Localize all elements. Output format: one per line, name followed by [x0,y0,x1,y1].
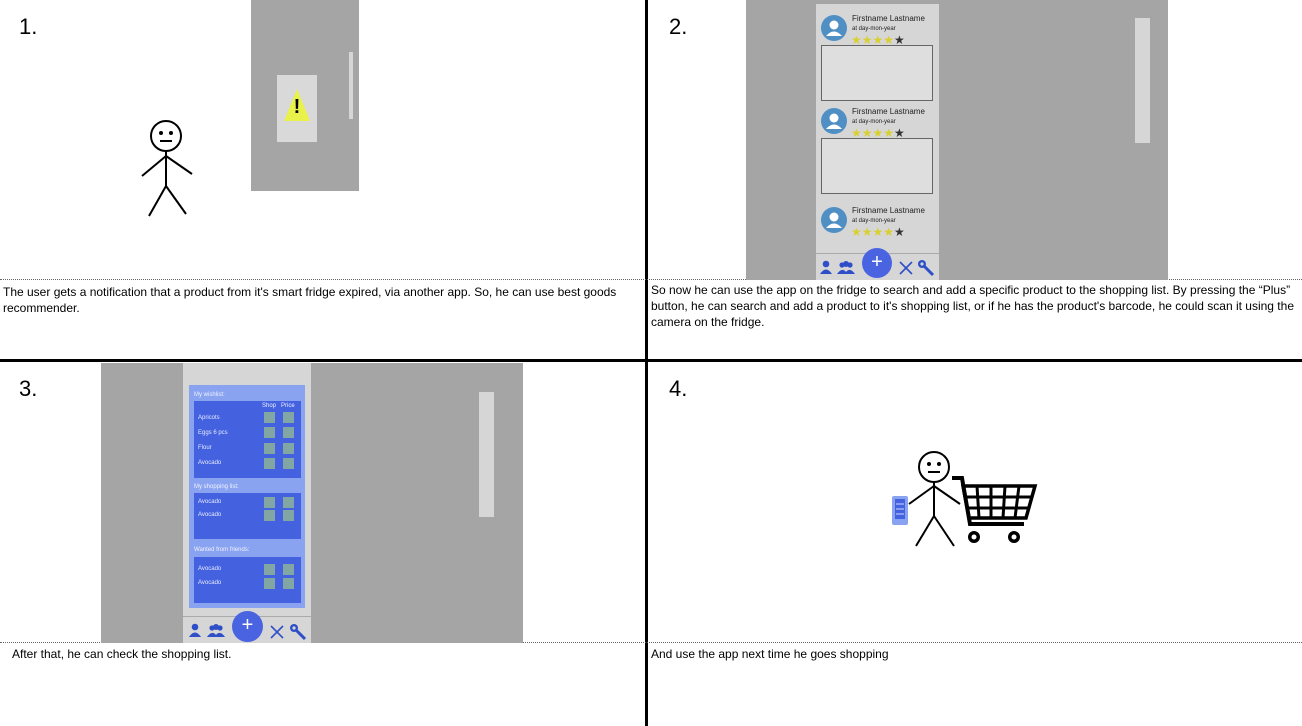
shop-checkbox[interactable] [264,564,275,575]
shop-checkbox[interactable] [264,427,275,438]
wishlist-item: Apricots [198,415,220,421]
profile-icon[interactable] [188,623,202,637]
price-checkbox[interactable] [283,412,294,423]
plus-button[interactable]: + [862,248,892,278]
friends-icon[interactable] [837,260,855,274]
shop-checkbox[interactable] [264,578,275,589]
user-avatar-icon [821,108,847,134]
shopping-cart-icon [952,476,1038,543]
panel-3-caption: After that, he can check the shopping li… [12,647,232,661]
bottom-nav: + [183,611,311,643]
reviewer-name: Firstname Lastname [852,107,925,116]
review-body-box [821,45,933,101]
price-checkbox[interactable] [283,510,294,521]
stick-figure-user [141,120,193,217]
fridge-handle [479,392,494,517]
horizontal-divider [0,359,1302,362]
profile-icon[interactable] [819,260,833,274]
cancel-icon[interactable] [269,624,285,640]
wishlist-item: Flour [198,445,212,451]
cancel-icon[interactable] [898,260,914,276]
user-avatar-icon [821,15,847,41]
plus-button[interactable]: + [232,611,263,642]
panel-1-caption: The user gets a notification that a prod… [3,285,617,315]
shop-checkbox[interactable] [264,497,275,508]
wishlist-item: Avocado [198,460,222,466]
shop-column-header: Shop [262,403,277,409]
shopping-list-item: Avocado [198,512,222,518]
price-column-header: Price [281,403,295,409]
price-checkbox[interactable] [283,458,294,469]
price-checkbox[interactable] [283,564,294,575]
friends-list-title: Wanted from friends: [194,547,250,553]
shop-checkbox[interactable] [264,412,275,423]
price-checkbox[interactable] [283,497,294,508]
reviewer-name: Firstname Lastname [852,14,925,23]
friends-list-item: Avocado [198,580,222,586]
reviewer-name: Firstname Lastname [852,206,925,215]
fridge-large [746,0,1168,280]
fridge-handle [349,52,353,119]
shop-checkbox[interactable] [264,443,275,454]
review-card: Firstname Lastname at day-mon-year ★★★★★ [816,4,939,102]
panel-2-number: 2. [669,14,688,39]
wrench-icon[interactable] [917,259,935,277]
price-checkbox[interactable] [283,578,294,589]
shopping-list-item: Avocado [198,499,222,505]
wishlist-item: Eggs 6 pcs [198,430,228,436]
user-avatar-icon [821,207,847,233]
friends-icon[interactable] [207,623,225,637]
review-card: Firstname Lastname at day-mon-year ★★★★★ [816,97,939,195]
review-body-box [821,138,933,194]
fridge-handle [1135,18,1150,143]
vertical-divider [645,0,648,726]
bottom-nav: + [816,248,939,280]
review-card: Firstname Lastname at day-mon-year ★★★★★ [816,196,939,241]
fridge-large [101,363,523,643]
panel-4-caption: And use the app next time he goes shoppi… [651,647,889,661]
warning-symbol: ! [293,96,301,118]
price-checkbox[interactable] [283,427,294,438]
panel-2-caption: So now he can use the app on the fridge … [651,283,1294,329]
star-rating: ★★★★★ [851,225,905,239]
price-checkbox[interactable] [283,443,294,454]
shop-checkbox[interactable] [264,458,275,469]
friends-list-item: Avocado [198,566,222,572]
shop-checkbox[interactable] [264,510,275,521]
panel-4-number: 4. [669,376,688,401]
panel-1-number: 1. [19,14,38,39]
wrench-icon[interactable] [289,623,307,641]
shopping-list-title: My shopping list: [194,484,239,490]
wishlist-title: My wishlist: [194,392,225,398]
panel-3-number: 3. [19,376,38,401]
